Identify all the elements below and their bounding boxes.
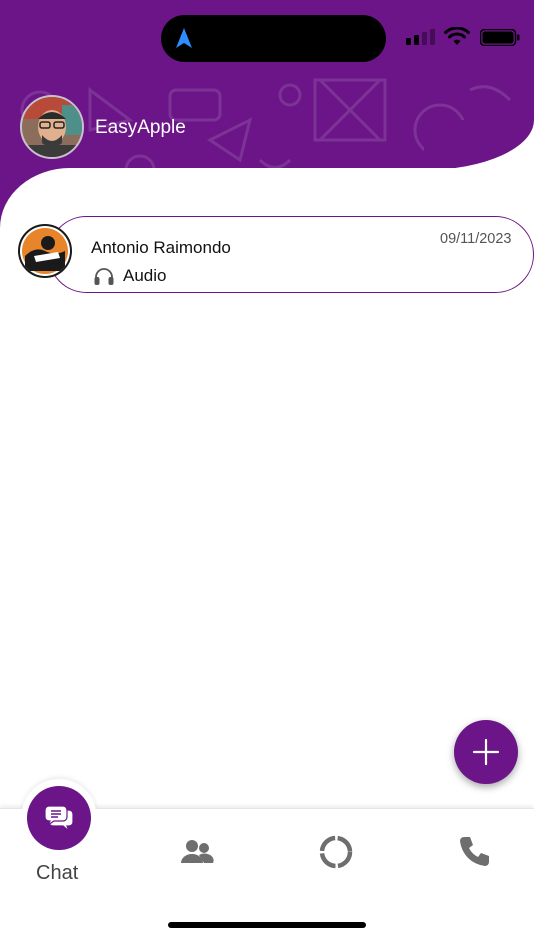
cellular-signal-icon — [406, 29, 435, 45]
profile-name: EasyApple — [95, 117, 186, 138]
chat-preview: Audio — [93, 266, 166, 286]
wifi-icon — [444, 27, 470, 45]
new-chat-button[interactable] — [454, 720, 518, 784]
status-ring-icon[interactable] — [318, 834, 354, 870]
chat-contact-name: Antonio Raimondo — [91, 238, 231, 257]
chat-preview-text: Audio — [123, 266, 167, 285]
profile-photo — [22, 97, 82, 157]
contacts-icon[interactable] — [180, 838, 214, 866]
chat-bubbles-icon — [44, 805, 74, 832]
plus-icon — [472, 738, 500, 766]
contact-photo — [20, 226, 70, 276]
navigation-arrow-icon — [176, 28, 192, 48]
dynamic-island — [161, 15, 386, 62]
headphones-icon — [94, 268, 114, 285]
contact-avatar[interactable] — [18, 224, 72, 278]
tab-chat[interactable] — [27, 786, 91, 850]
chat-date: 09/11/2023 — [440, 231, 512, 247]
battery-icon — [480, 29, 520, 46]
profile-avatar[interactable] — [20, 95, 84, 159]
home-indicator[interactable] — [168, 922, 366, 928]
tab-chat-label[interactable]: Chat — [36, 862, 78, 885]
phone-icon[interactable] — [456, 834, 492, 870]
